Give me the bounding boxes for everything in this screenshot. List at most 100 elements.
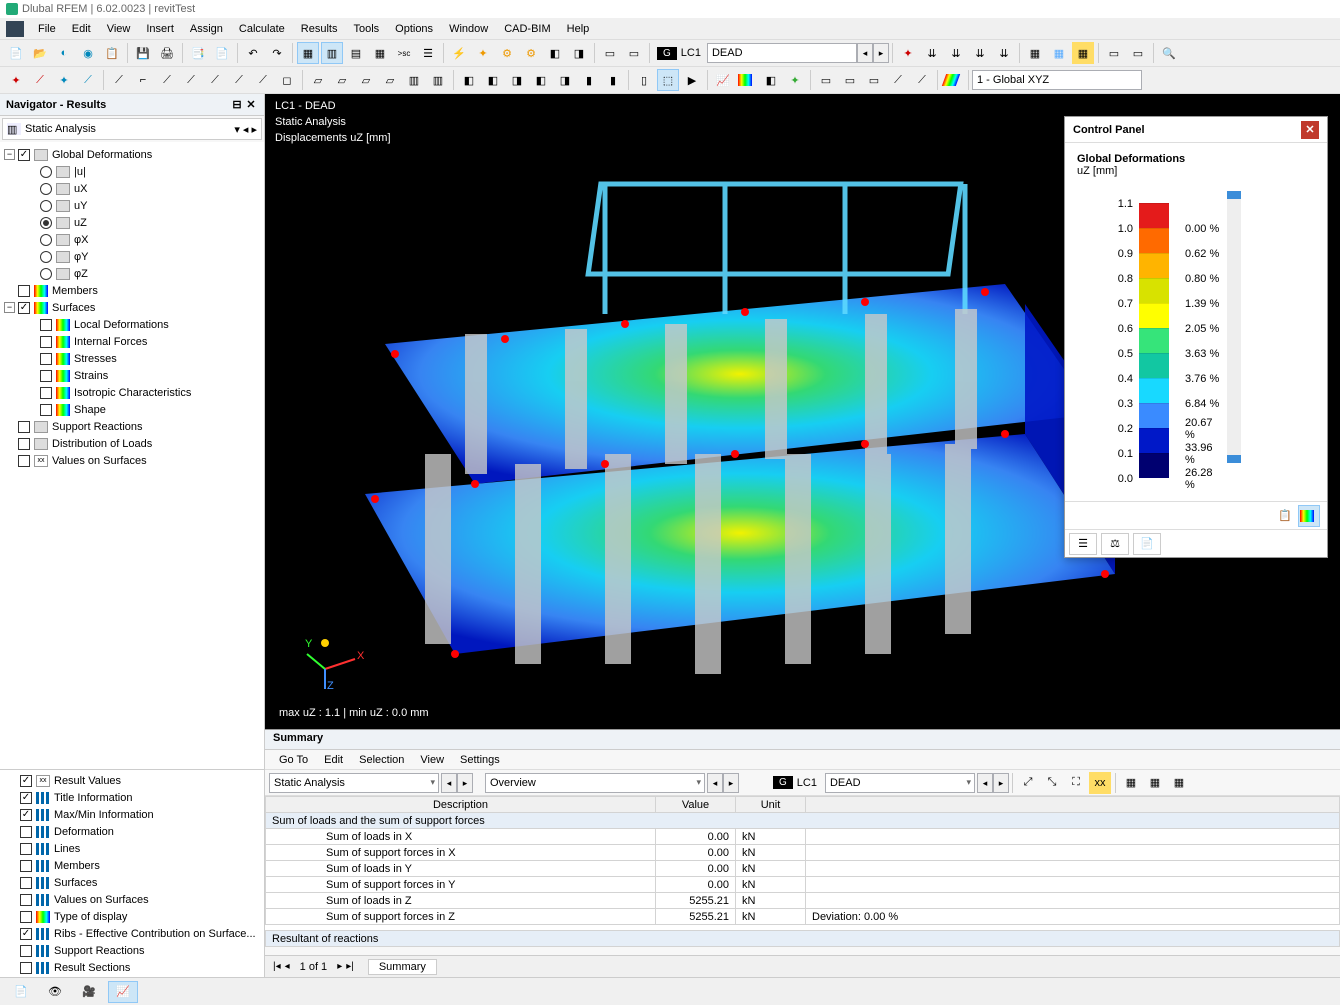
menu-results[interactable]: Results bbox=[293, 20, 346, 38]
tree-comp-3[interactable]: uZ bbox=[74, 217, 87, 229]
menu-window[interactable]: Window bbox=[441, 20, 496, 38]
cube3-icon[interactable]: ◧ bbox=[760, 69, 782, 91]
tree-bottom-1[interactable]: Distribution of Loads bbox=[52, 438, 152, 450]
diagram-icon[interactable]: ▭ bbox=[599, 42, 621, 64]
chk-lower-11[interactable] bbox=[20, 962, 32, 974]
legend-slider[interactable] bbox=[1227, 191, 1241, 463]
lc-next-icon[interactable]: ▸ bbox=[873, 43, 889, 63]
copy-icon[interactable]: 📑 bbox=[187, 42, 209, 64]
t2r-icon[interactable]: ◧ bbox=[530, 69, 552, 91]
sec5-icon[interactable]: ⟋ bbox=[911, 69, 933, 91]
menu-cad-bim[interactable]: CAD-BIM bbox=[496, 20, 558, 38]
summary-tab[interactable]: Summary bbox=[368, 959, 437, 975]
pg-next-icon[interactable]: ▸ bbox=[337, 961, 342, 972]
block-manager-icon[interactable]: ◐ bbox=[53, 42, 75, 64]
loads4-icon[interactable]: ⇊ bbox=[993, 42, 1015, 64]
radio-φX[interactable] bbox=[40, 234, 52, 246]
t2o-icon[interactable]: ◧ bbox=[458, 69, 480, 91]
pg-last-icon[interactable]: ▸| bbox=[346, 961, 354, 972]
t2j-icon[interactable]: ▱ bbox=[331, 69, 353, 91]
summary-combo1[interactable]: Static Analysis bbox=[269, 773, 439, 793]
tree-comp-4[interactable]: φX bbox=[74, 234, 88, 246]
chk-surf-1[interactable] bbox=[40, 336, 52, 348]
radio-uZ[interactable] bbox=[40, 217, 52, 229]
sel-edge-icon[interactable]: ⟋ bbox=[77, 69, 99, 91]
ctrl-palette-icon[interactable] bbox=[1298, 505, 1320, 527]
t2t-icon[interactable]: ▮ bbox=[578, 69, 600, 91]
t2h-icon[interactable]: ◻ bbox=[276, 69, 298, 91]
t2f-icon[interactable]: ⟋ bbox=[228, 69, 250, 91]
sc1-next-icon[interactable]: ▸ bbox=[457, 773, 473, 793]
surf-child-3[interactable]: Strains bbox=[74, 370, 108, 382]
lower-item-5[interactable]: Members bbox=[54, 860, 100, 872]
open-icon[interactable]: 📂 bbox=[29, 42, 51, 64]
print-icon[interactable]: 🖨 bbox=[156, 42, 178, 64]
sec4-icon[interactable]: ⟋ bbox=[887, 69, 909, 91]
t2a-icon[interactable]: ⟋ bbox=[108, 69, 130, 91]
chk-bottom-1[interactable] bbox=[18, 438, 30, 450]
chk-surf-3[interactable] bbox=[40, 370, 52, 382]
sm-edit[interactable]: Edit bbox=[316, 752, 351, 768]
ctrl-close-icon[interactable]: ✕ bbox=[1301, 121, 1319, 139]
st2-icon[interactable]: ⤡ bbox=[1041, 772, 1063, 794]
lower-item-0[interactable]: Result Values bbox=[54, 775, 121, 787]
redo-icon[interactable]: ↷ bbox=[266, 42, 288, 64]
st3-icon[interactable]: ⛶ bbox=[1065, 772, 1087, 794]
table-row[interactable]: Sum of loads in Y 0.00 kN bbox=[266, 861, 1340, 877]
gear2-icon[interactable]: ⚙ bbox=[520, 42, 542, 64]
tree-comp-1[interactable]: uX bbox=[74, 183, 87, 195]
btab-results-icon[interactable]: 📈 bbox=[108, 981, 138, 1003]
sel-line-icon[interactable]: ⟋ bbox=[29, 69, 51, 91]
script-icon[interactable]: >sc bbox=[393, 42, 415, 64]
tree-members[interactable]: Members bbox=[52, 285, 98, 297]
sc1-prev-icon[interactable]: ◂ bbox=[441, 773, 457, 793]
chk-bottom-2[interactable] bbox=[18, 455, 30, 467]
t2s-icon[interactable]: ◨ bbox=[554, 69, 576, 91]
cube-icon[interactable]: ◧ bbox=[544, 42, 566, 64]
menu-tools[interactable]: Tools bbox=[345, 20, 387, 38]
chk-lower-9[interactable]: ✓ bbox=[20, 928, 32, 940]
star-red-icon[interactable]: ✦ bbox=[897, 42, 919, 64]
ctrl-tab-balance-icon[interactable]: ⚖ bbox=[1101, 533, 1129, 555]
radio-uX[interactable] bbox=[40, 183, 52, 195]
t2u-icon[interactable]: ▮ bbox=[602, 69, 624, 91]
new-icon[interactable]: 📄 bbox=[5, 42, 27, 64]
summary-combo2[interactable]: Overview bbox=[485, 773, 705, 793]
radio-uY[interactable] bbox=[40, 200, 52, 212]
lower-item-8[interactable]: Type of display bbox=[54, 911, 127, 923]
chk-lower-1[interactable]: ✓ bbox=[20, 792, 32, 804]
chk-bottom-0[interactable] bbox=[18, 421, 30, 433]
surf-child-1[interactable]: Internal Forces bbox=[74, 336, 147, 348]
loads1-icon[interactable]: ⇊ bbox=[921, 42, 943, 64]
t2l-icon[interactable]: ▱ bbox=[379, 69, 401, 91]
tree-comp-6[interactable]: φZ bbox=[74, 268, 88, 280]
chk-surf-4[interactable] bbox=[40, 387, 52, 399]
surf-child-5[interactable]: Shape bbox=[74, 404, 106, 416]
lower-item-11[interactable]: Result Sections bbox=[54, 962, 130, 974]
chk-lower-6[interactable] bbox=[20, 877, 32, 889]
lower-item-9[interactable]: Ribs - Effective Contribution on Surface… bbox=[54, 928, 256, 940]
ctrl-tab-doc-icon[interactable]: 📄 bbox=[1133, 533, 1161, 555]
menu-insert[interactable]: Insert bbox=[138, 20, 182, 38]
t2k-icon[interactable]: ▱ bbox=[355, 69, 377, 91]
menu-file[interactable]: File bbox=[30, 20, 64, 38]
tree-comp-2[interactable]: uY bbox=[74, 200, 87, 212]
menu-edit[interactable]: Edit bbox=[64, 20, 99, 38]
table-row[interactable]: Sum of loads in Z 5255.21 kN bbox=[266, 893, 1340, 909]
paste-icon[interactable]: 📄 bbox=[211, 42, 233, 64]
radio-|u|[interactable] bbox=[40, 166, 52, 178]
sec2-icon[interactable]: ▭ bbox=[839, 69, 861, 91]
sm-goto[interactable]: Go To bbox=[271, 752, 316, 768]
view-2-icon[interactable]: ▥ bbox=[321, 42, 343, 64]
chk-lower-7[interactable] bbox=[20, 894, 32, 906]
lower-item-1[interactable]: Title Information bbox=[54, 792, 132, 804]
navigator-selector[interactable]: ▥ Static Analysis ▾ ◂ ▸ bbox=[2, 118, 262, 140]
menu-help[interactable]: Help bbox=[559, 20, 598, 38]
wiz3-icon[interactable]: ▦ bbox=[1072, 42, 1094, 64]
table-row[interactable]: Sum of support forces in Z 5255.21 kN De… bbox=[266, 909, 1340, 925]
anim3-icon[interactable]: ▶ bbox=[681, 69, 703, 91]
st1-icon[interactable]: ⤢ bbox=[1017, 772, 1039, 794]
sc2-next-icon[interactable]: ▸ bbox=[723, 773, 739, 793]
pg-first-icon[interactable]: |◂ bbox=[273, 961, 281, 972]
tree-chk[interactable]: ✓ bbox=[18, 149, 30, 161]
